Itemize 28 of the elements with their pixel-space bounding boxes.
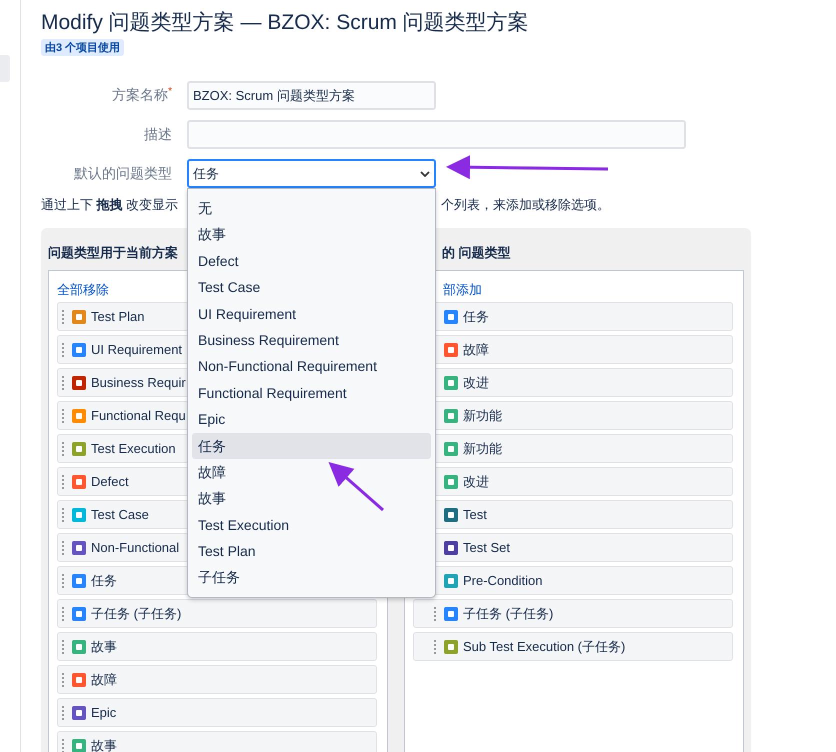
issue-type-item[interactable]: 子任务 (子任务) (57, 599, 377, 628)
field-label: 方案名称$^{*}$ (111, 86, 173, 105)
issue-type-item[interactable]: 子任务 (子任务) (413, 599, 733, 628)
dropdown-option[interactable]: 无 (192, 195, 431, 222)
panel-heading: 的 问题类型 (441, 244, 511, 262)
remove-all-link[interactable]: 全部移除 (57, 281, 109, 299)
add-all-link[interactable]: 部添加 (443, 281, 482, 299)
issue-type-item[interactable]: 故事 (57, 731, 377, 752)
chevron-icon (420, 170, 430, 176)
instruction-text: 通过上下 拖拽 改变显示 (41, 196, 178, 214)
instruction-text: 个列表，来添加或移除选项。 (441, 196, 610, 214)
name-field[interactable]: BZOX: Scrum 问题类型方案 (187, 81, 436, 110)
dropdown-option[interactable]: 任务 (192, 432, 431, 459)
description-field[interactable] (187, 120, 686, 149)
issue-type-item[interactable]: Epic (57, 698, 377, 727)
issue-type-item[interactable]: Sub Test Execution (子任务) (413, 632, 733, 661)
field-label: 描述 (143, 126, 173, 144)
select-field[interactable]: 任务 (187, 159, 436, 188)
issue-type-item[interactable]: 故障 (57, 665, 377, 694)
usage-badge: 由3 个项目使用 (41, 39, 124, 56)
dropdown-option[interactable]: Test Case (192, 274, 431, 301)
page-title: Modify 问题类型方案 — BZOX: Scrum 问题类型方案 (41, 10, 530, 36)
field-label: 默认的问题类型 (73, 164, 173, 182)
issue-type-item[interactable]: 故事 (57, 632, 377, 661)
arrow-annotation (328, 462, 384, 512)
panel-heading: 问题类型用于当前方案 (48, 244, 178, 262)
dropdown-option[interactable]: Defect (192, 248, 431, 274)
dropdown-option[interactable]: 故事 (192, 221, 431, 248)
